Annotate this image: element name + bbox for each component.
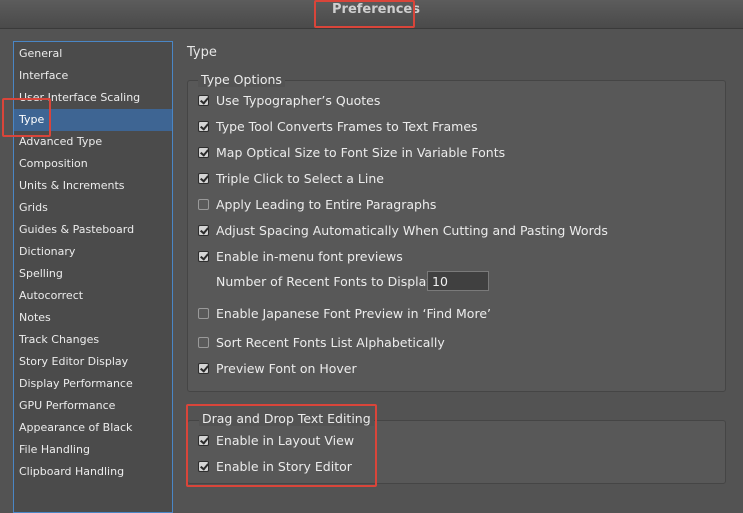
checkbox-checked-icon[interactable]: [198, 224, 209, 236]
title-callout: [314, 0, 415, 28]
checkbox-checked-icon[interactable]: [198, 146, 209, 158]
option-label: Adjust Spacing Automatically When Cuttin…: [216, 222, 608, 238]
checkbox-checked-icon[interactable]: [198, 362, 209, 374]
sidebar-item-interface[interactable]: Interface: [14, 65, 172, 87]
type-callout: [2, 98, 51, 137]
option-preview-font-on-hover[interactable]: Preview Font on Hover: [198, 359, 357, 377]
checkbox-unchecked-icon[interactable]: [198, 198, 209, 210]
checkbox-unchecked-icon[interactable]: [198, 307, 209, 319]
sidebar-item-clipboard-handling[interactable]: Clipboard Handling: [14, 461, 172, 483]
sidebar-item-file-handling[interactable]: File Handling: [14, 439, 172, 461]
sidebar-item-notes[interactable]: Notes: [14, 307, 172, 329]
checkbox-checked-icon[interactable]: [198, 172, 209, 184]
checkbox-checked-icon[interactable]: [198, 94, 209, 106]
sidebar-item-appearance-of-black[interactable]: Appearance of Black: [14, 417, 172, 439]
panel-title: Type: [187, 45, 217, 60]
option-enable-in-layout-view[interactable]: Enable in Layout View: [198, 431, 354, 449]
option-label: Triple Click to Select a Line: [216, 170, 384, 186]
sidebar-item-track-changes[interactable]: Track Changes: [14, 329, 172, 351]
option-use-typographer-s-quotes[interactable]: Use Typographer’s Quotes: [198, 91, 380, 109]
sidebar-item-grids[interactable]: Grids: [14, 197, 172, 219]
sidebar-item-guides-pasteboard[interactable]: Guides & Pasteboard: [14, 219, 172, 241]
sidebar-item-general[interactable]: General: [14, 43, 172, 65]
option-label: Enable in Layout View: [216, 432, 355, 448]
checkbox-checked-icon[interactable]: [198, 120, 209, 132]
option-label: Use Typographer’s Quotes: [216, 92, 381, 108]
sidebar-item-story-editor-display[interactable]: Story Editor Display: [14, 351, 172, 373]
option-enable-in-menu-font-previews[interactable]: Enable in-menu font previews: [198, 247, 403, 265]
option-enable-japanese-font-preview-in-find-more[interactable]: Enable Japanese Font Preview in ‘Find Mo…: [198, 304, 491, 322]
option-type-tool-converts-frames-to-text-frames[interactable]: Type Tool Converts Frames to Text Frames: [198, 117, 478, 135]
option-map-optical-size-to-font-size-in-variable-fonts[interactable]: Map Optical Size to Font Size in Variabl…: [198, 143, 505, 161]
option-label: Preview Font on Hover: [216, 360, 357, 376]
checkbox-unchecked-icon[interactable]: [198, 336, 209, 348]
option-label: Enable in Story Editor: [216, 458, 352, 474]
type-options-label: Type Options: [198, 72, 285, 87]
option-label: Enable Japanese Font Preview in ‘Find Mo…: [216, 305, 491, 321]
option-label: Apply Leading to Entire Paragraphs: [216, 196, 437, 212]
checkbox-checked-icon[interactable]: [198, 250, 209, 262]
checkbox-checked-icon[interactable]: [198, 434, 209, 446]
option-label: Sort Recent Fonts List Alphabetically: [216, 334, 445, 350]
option-label: Enable in-menu font previews: [216, 248, 403, 264]
option-label: Map Optical Size to Font Size in Variabl…: [216, 144, 506, 160]
sidebar-item-spelling[interactable]: Spelling: [14, 263, 172, 285]
option-enable-in-story-editor[interactable]: Enable in Story Editor: [198, 457, 352, 475]
option-triple-click-to-select-a-line[interactable]: Triple Click to Select a Line: [198, 169, 384, 187]
recent-fonts-input[interactable]: [427, 271, 489, 291]
sidebar-item-dictionary[interactable]: Dictionary: [14, 241, 172, 263]
sidebar-item-gpu-performance[interactable]: GPU Performance: [14, 395, 172, 417]
sidebar-item-composition[interactable]: Composition: [14, 153, 172, 175]
sidebar-item-autocorrect[interactable]: Autocorrect: [14, 285, 172, 307]
checkbox-checked-icon[interactable]: [198, 460, 209, 472]
sidebar-item-display-performance[interactable]: Display Performance: [14, 373, 172, 395]
option-adjust-spacing-automatically-when-cutting-and-pasting-words[interactable]: Adjust Spacing Automatically When Cuttin…: [198, 221, 608, 239]
sidebar-item-units-increments[interactable]: Units & Increments: [14, 175, 172, 197]
option-apply-leading-to-entire-paragraphs[interactable]: Apply Leading to Entire Paragraphs: [198, 195, 436, 213]
option-sort-recent-fonts-list-alphabetically[interactable]: Sort Recent Fonts List Alphabetically: [198, 333, 445, 351]
recent-fonts-label: Number of Recent Fonts to Display:: [216, 274, 437, 289]
option-label: Type Tool Converts Frames to Text Frames: [216, 118, 478, 134]
